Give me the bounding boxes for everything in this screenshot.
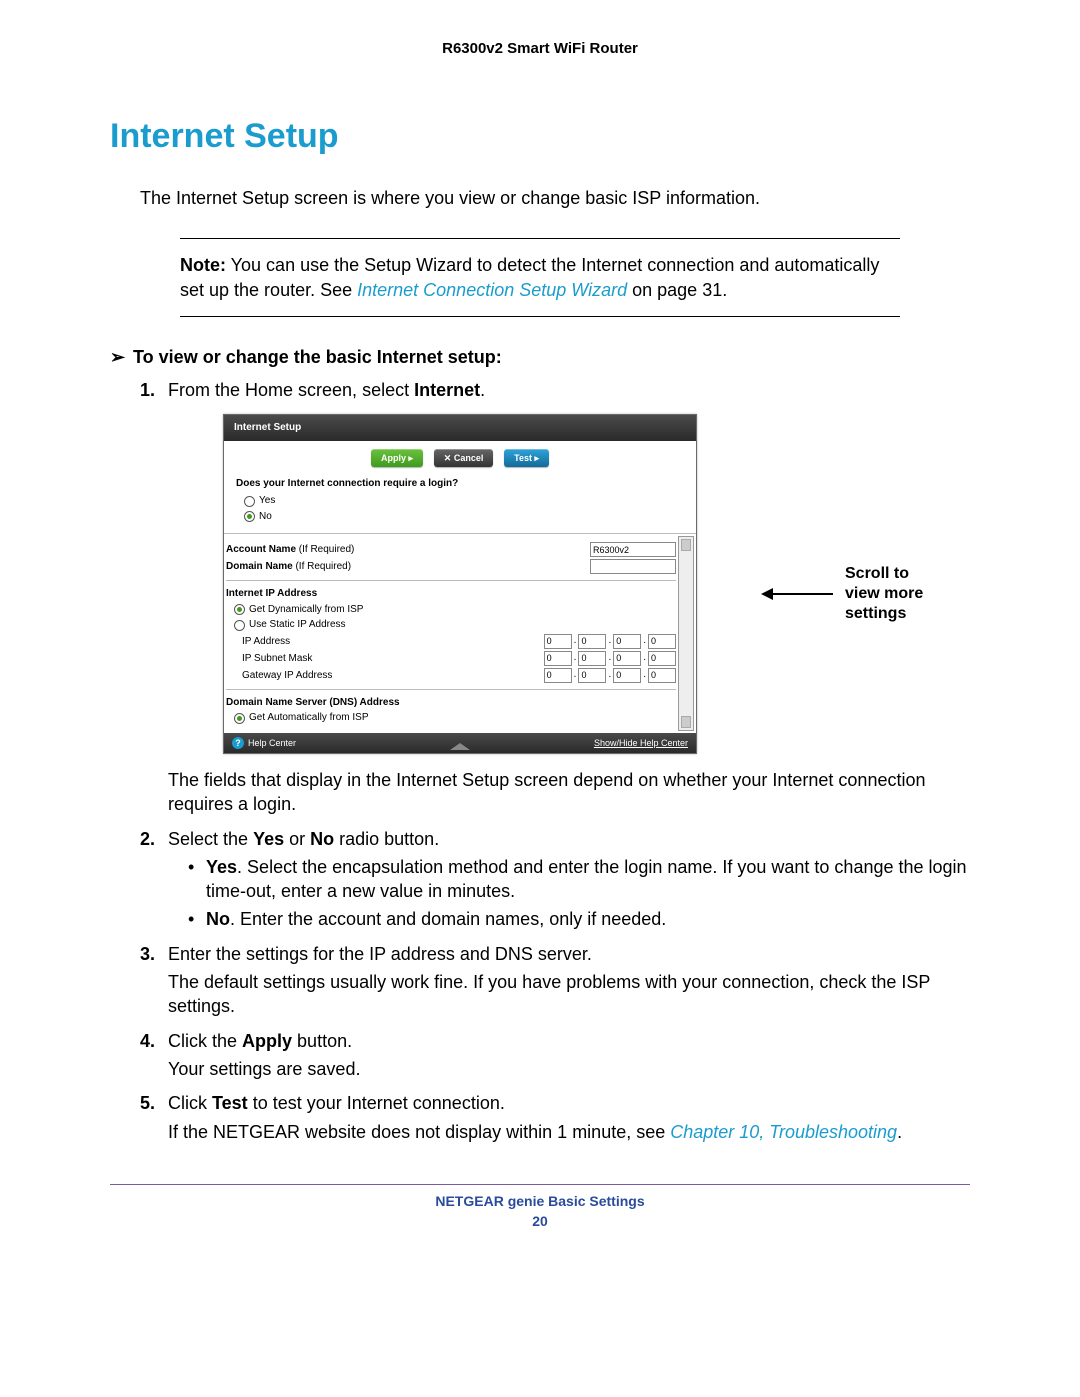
section-title: Internet Setup: [110, 117, 970, 156]
radio-dns-auto-label: Get Automatically from ISP: [249, 711, 369, 725]
procedure-heading: ➢ To view or change the basic Internet s…: [110, 347, 970, 368]
step-4: 4. Click the Apply button. Your settings…: [140, 1029, 970, 1082]
step-num: 4.: [140, 1029, 155, 1053]
ip-dynamic-row[interactable]: Get Dynamically from ISP: [234, 603, 676, 617]
footer-page-number: 20: [110, 1213, 970, 1229]
step-1: 1. From the Home screen, select Internet…: [140, 378, 970, 817]
step-1-followup: The fields that display in the Internet …: [168, 768, 970, 817]
ip-address-input[interactable]: ...: [544, 634, 676, 649]
help-center-link[interactable]: Help Center: [232, 737, 296, 749]
intro-text: The Internet Setup screen is where you v…: [140, 186, 970, 210]
showhide-help-link[interactable]: Show/Hide Help Center: [594, 737, 688, 749]
radio-no-row[interactable]: No: [244, 510, 684, 524]
screenshot-titlebar: Internet Setup: [224, 415, 696, 441]
radio-ip-dynamic[interactable]: [234, 604, 245, 615]
step-text: Click Test to test your Internet connect…: [168, 1093, 505, 1113]
subnet-label: IP Subnet Mask: [226, 652, 544, 666]
domain-name-label: Domain Name (If Required): [226, 560, 590, 574]
step-3: 3. Enter the settings for the IP address…: [140, 942, 970, 1019]
account-name-label: Account Name (If Required): [226, 543, 590, 557]
page-footer: NETGEAR genie Basic Settings 20: [110, 1193, 970, 1229]
note-label: Note:: [180, 255, 226, 275]
domain-name-input[interactable]: [590, 559, 676, 574]
cancel-button[interactable]: ✕ Cancel: [434, 449, 494, 467]
radio-ip-static[interactable]: [234, 620, 245, 631]
gateway-label: Gateway IP Address: [226, 669, 544, 683]
step-text: Select the Yes or No radio button.: [168, 829, 439, 849]
step-5-followup: If the NETGEAR website does not display …: [168, 1120, 970, 1144]
login-question: Does your Internet connection require a …: [236, 477, 684, 491]
proc-arrow-icon: ➢: [110, 347, 128, 368]
screenshot-button-bar: Apply ▸ ✕ Cancel Test ▸: [224, 441, 696, 473]
step-num: 5.: [140, 1091, 155, 1115]
apply-button[interactable]: Apply ▸: [371, 449, 423, 467]
troubleshooting-link[interactable]: Chapter 10, Troubleshooting: [670, 1122, 897, 1142]
procedure-heading-text: To view or change the basic Internet set…: [133, 347, 502, 367]
step-text: Click the Apply button.: [168, 1031, 352, 1051]
dns-section-title: Domain Name Server (DNS) Address: [226, 696, 676, 710]
ip-address-label: IP Address: [226, 635, 544, 649]
note-link[interactable]: Internet Connection Setup Wizard: [357, 280, 627, 300]
radio-yes[interactable]: [244, 496, 255, 507]
note-block: Note: You can use the Setup Wizard to de…: [180, 238, 900, 317]
expand-arrow-icon[interactable]: [450, 743, 470, 750]
callout-text: Scroll to view more settings: [845, 564, 955, 624]
step-2: 2. Select the Yes or No radio button. Ye…: [140, 827, 970, 932]
radio-no[interactable]: [244, 511, 255, 522]
gateway-input[interactable]: ...: [544, 668, 676, 683]
radio-ip-dynamic-label: Get Dynamically from ISP: [249, 603, 363, 617]
screenshot-figure: Internet Setup Apply ▸ ✕ Cancel Test ▸ D…: [223, 414, 970, 754]
radio-yes-label: Yes: [259, 494, 275, 508]
step-num: 3.: [140, 942, 155, 966]
step-text: Enter the settings for the IP address an…: [168, 944, 592, 964]
step-num: 2.: [140, 827, 155, 851]
step-text: From the Home screen, select Internet.: [168, 380, 485, 400]
radio-ip-static-label: Use Static IP Address: [249, 618, 346, 632]
scrollbar[interactable]: [678, 536, 694, 731]
step-num: 1.: [140, 378, 155, 402]
ip-static-row[interactable]: Use Static IP Address: [234, 618, 676, 632]
step-4-followup: Your settings are saved.: [168, 1057, 970, 1081]
step-5: 5. Click Test to test your Internet conn…: [140, 1091, 970, 1144]
step-3-followup: The default settings usually work fine. …: [168, 970, 970, 1019]
test-button[interactable]: Test ▸: [504, 449, 549, 467]
radio-no-label: No: [259, 510, 272, 524]
callout-arrow-icon: [763, 593, 833, 595]
callout: Scroll to view more settings: [763, 564, 955, 624]
bullet-yes: Yes. Select the encapsulation method and…: [188, 855, 970, 904]
note-text-after: on page 31.: [627, 280, 727, 300]
page-header: R6300v2 Smart WiFi Router: [110, 40, 970, 57]
account-name-input[interactable]: [590, 542, 676, 557]
ip-section-title: Internet IP Address: [226, 587, 676, 601]
subnet-input[interactable]: ...: [544, 651, 676, 666]
footer-title: NETGEAR genie Basic Settings: [435, 1193, 644, 1209]
bullet-no: No. Enter the account and domain names, …: [188, 907, 970, 931]
radio-yes-row[interactable]: Yes: [244, 494, 684, 508]
dns-auto-row[interactable]: Get Automatically from ISP: [234, 711, 676, 725]
radio-dns-auto[interactable]: [234, 713, 245, 724]
